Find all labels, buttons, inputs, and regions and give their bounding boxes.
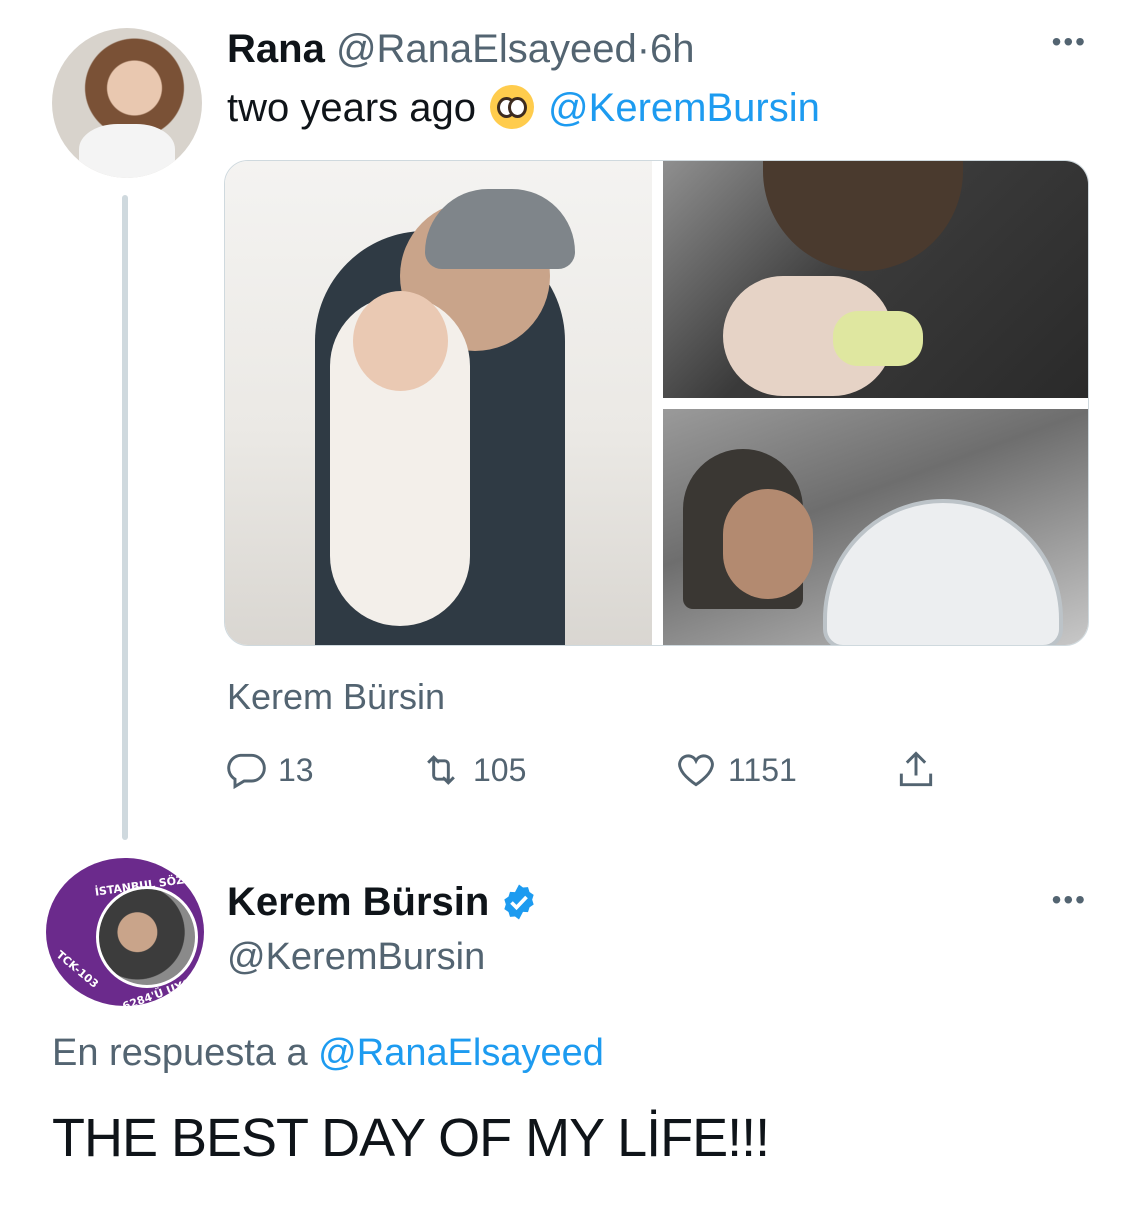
verified-icon: [504, 884, 534, 920]
avatar-photo: [96, 886, 198, 988]
photo-figure: [823, 499, 1063, 645]
media-grid: [224, 160, 1089, 646]
timestamp[interactable]: 6h: [650, 27, 695, 71]
tweet-header: Rana @RanaElsayeed·6h: [227, 26, 695, 72]
avatar-shirt: [79, 124, 175, 178]
photo-figure: [425, 189, 575, 269]
photo-figure: [723, 489, 813, 599]
share-icon: [899, 751, 933, 787]
reply-context: En respuesta a @RanaElsayeed: [52, 1030, 604, 1076]
like-icon: [678, 754, 714, 787]
reply-icon: [227, 753, 266, 790]
photo-man-holding-baby[interactable]: [225, 161, 652, 645]
mention-link[interactable]: @KeremBursin: [548, 86, 820, 130]
avatar-badge-text: TCK-103: [53, 948, 101, 991]
author-name-row: Kerem Bürsin: [227, 878, 539, 926]
author-handle[interactable]: @RanaElsayeed: [336, 27, 637, 71]
reply-button[interactable]: 13: [224, 748, 314, 792]
pleading-face-emoji: [490, 85, 535, 129]
tweet-text-body: two years ago: [227, 86, 477, 130]
media-tag-caption[interactable]: Kerem Bürsin: [227, 676, 445, 718]
thread-connector: [122, 195, 128, 840]
share-button[interactable]: [894, 748, 938, 792]
photo-figure: [763, 161, 963, 271]
retweet-count: 105: [473, 751, 527, 788]
tweet-actions: 13 105 1151: [224, 748, 964, 794]
author-name[interactable]: Rana: [227, 27, 325, 71]
photo-baby-in-bassinet[interactable]: [663, 409, 1088, 645]
like-count: 1151: [728, 751, 797, 788]
reply-prefix: En respuesta a: [52, 1032, 308, 1074]
photo-feeding-baby[interactable]: [663, 161, 1088, 398]
retweet-button[interactable]: 105: [419, 748, 526, 792]
photo-figure: [833, 311, 923, 366]
tweet-text: THE BEST DAY OF MY LİFE!!!: [52, 1108, 770, 1168]
retweet-icon: [427, 755, 455, 785]
reply-to-link[interactable]: @RanaElsayeed: [318, 1032, 604, 1074]
separator: ·: [636, 27, 651, 71]
like-button[interactable]: 1151: [674, 748, 797, 792]
avatar-kerem[interactable]: İSTANBUL SÖZLEŞMESİ YAŞATIR TCK-103 6284…: [46, 858, 204, 1006]
author-name[interactable]: Kerem Bürsin: [227, 878, 489, 926]
avatar-rana[interactable]: [52, 28, 202, 178]
author-handle[interactable]: @KeremBursin: [227, 934, 485, 980]
reply-count: 13: [278, 751, 314, 788]
more-icon[interactable]: •••: [1052, 26, 1087, 58]
tweet-text: two years ago @KeremBursin: [227, 84, 820, 132]
photo-figure: [353, 291, 448, 391]
more-icon[interactable]: •••: [1052, 884, 1087, 916]
